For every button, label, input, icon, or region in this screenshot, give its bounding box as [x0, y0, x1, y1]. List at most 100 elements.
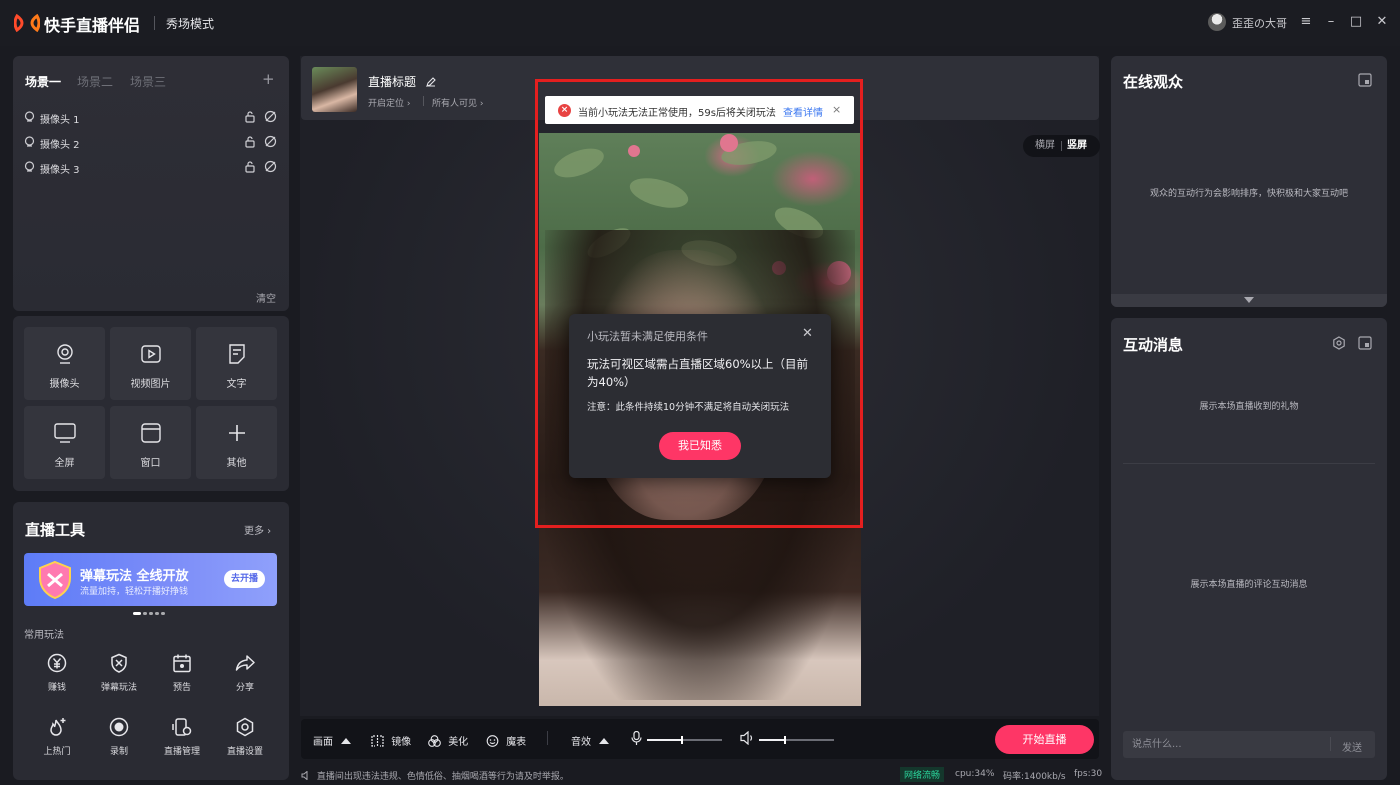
toast-message: 当前小玩法无法正常使用，59s后将关闭玩法	[578, 108, 776, 119]
interaction-messages-panel	[1111, 318, 1387, 780]
plus-icon	[229, 425, 245, 441]
dialog-close-icon[interactable]: ✕	[802, 326, 813, 341]
close-window-icon[interactable]: ✕	[1372, 12, 1392, 32]
clear-button[interactable]: 清空	[256, 290, 276, 305]
tool-live-management[interactable]: 直播管理	[150, 717, 214, 767]
popout-window-icon[interactable]	[1358, 73, 1372, 87]
hidden-eye-icon[interactable]	[264, 110, 277, 123]
edit-pencil-icon[interactable]	[425, 77, 436, 87]
stream-cover-image[interactable]	[312, 67, 357, 112]
source-webcam[interactable]: 摄像头	[24, 327, 105, 400]
start-live-button[interactable]: 开始直播	[995, 725, 1094, 754]
magic-mask-button[interactable]: 魔表	[486, 733, 526, 748]
source-label: 文字	[226, 379, 247, 390]
source-label: 摄像头	[49, 379, 80, 390]
username[interactable]: 歪歪の大哥	[1232, 15, 1287, 31]
source-fullscreen[interactable]: 全屏	[24, 406, 105, 479]
portrait-option[interactable]: 竖屏	[1067, 135, 1087, 157]
unlock-icon[interactable]	[244, 110, 256, 123]
speaker-volume-handle[interactable]	[784, 736, 786, 744]
live-tools-title: 直播工具	[25, 521, 86, 539]
location-pin-icon	[24, 111, 35, 122]
mirror-button[interactable]: 镜像	[371, 733, 411, 748]
stream-title[interactable]: 直播标题	[368, 73, 436, 90]
title-divider	[154, 16, 155, 30]
toolbar-divider	[547, 731, 548, 745]
mirror-label: 镜像	[391, 737, 412, 748]
more-link[interactable]: 更多 ›	[244, 522, 271, 537]
view-details-link[interactable]: 查看详情	[783, 104, 823, 119]
tool-label: 弹幕玩法	[100, 683, 137, 693]
messages-divider	[1123, 463, 1375, 464]
expand-down-icon[interactable]	[1244, 297, 1254, 303]
hidden-eye-icon[interactable]	[264, 135, 277, 148]
cpu-usage: cpu:34%	[955, 769, 995, 779]
unlock-icon[interactable]	[244, 160, 256, 173]
tab-scene-1[interactable]: 场景一	[25, 73, 61, 90]
info-divider	[423, 96, 424, 106]
go-live-banner-button[interactable]: 去开播	[224, 570, 265, 588]
landscape-option[interactable]: 横屏	[1035, 135, 1055, 157]
tab-scene-3[interactable]: 场景三	[130, 73, 166, 90]
calendar-icon	[173, 654, 191, 673]
toast-close-icon[interactable]: ×	[832, 103, 841, 116]
tool-danmaku[interactable]: 弹幕玩法	[87, 653, 151, 703]
beauty-button[interactable]: 美化	[428, 733, 468, 748]
mic-volume-fill	[647, 739, 681, 741]
network-status-badge: 网络流畅	[900, 767, 945, 782]
screen-menu[interactable]: 画面	[313, 733, 352, 748]
tool-record[interactable]: 录制	[87, 717, 151, 767]
unlock-icon[interactable]	[244, 135, 256, 148]
common-features-label: 常用玩法	[24, 630, 64, 641]
dialog-title: 小玩法暂未满足使用条件	[587, 330, 708, 343]
source-video-image[interactable]: 视频图片	[110, 327, 191, 400]
send-button[interactable]: 发送	[1342, 739, 1362, 754]
hidden-eye-icon[interactable]	[264, 160, 277, 173]
tool-trending[interactable]: 上热门	[25, 717, 89, 767]
microphone-icon[interactable]	[631, 731, 642, 745]
carousel-dots[interactable]	[133, 600, 167, 619]
menu-icon[interactable]: ≡	[1296, 12, 1316, 32]
minimize-icon[interactable]: –	[1321, 12, 1341, 32]
add-scene-button[interactable]: +	[262, 70, 275, 88]
source-other[interactable]: 其他	[196, 406, 277, 479]
maximize-icon[interactable]: □	[1346, 12, 1366, 32]
banner-subtitle: 流量加持，轻松开播好挣钱	[80, 587, 189, 597]
tool-live-settings[interactable]: 直播设置	[213, 717, 277, 767]
tab-scene-2[interactable]: 场景二	[77, 73, 113, 90]
device-settings-icon	[172, 718, 192, 736]
sound-effect-menu[interactable]: 音效	[571, 733, 610, 748]
speaker-notice-icon	[301, 770, 308, 781]
bitrate: 码率:1400kb/s	[1003, 772, 1066, 782]
mode-label[interactable]: 秀场模式	[166, 15, 214, 32]
tool-preview[interactable]: 预告	[150, 653, 214, 703]
mic-volume-handle[interactable]	[681, 736, 683, 744]
audience-title: 在线观众	[1123, 73, 1184, 91]
list-item-camera-1[interactable]: 摄像头 1	[24, 110, 278, 126]
list-item-camera-2[interactable]: 摄像头 2	[24, 135, 278, 151]
comment-hint: 展示本场直播的评论互动消息	[1190, 580, 1308, 590]
speaker-icon[interactable]	[740, 731, 755, 745]
list-item-camera-3[interactable]: 摄像头 3	[24, 160, 278, 176]
tool-share[interactable]: 分享	[213, 653, 277, 703]
scene-panel	[13, 56, 289, 311]
user-avatar[interactable]	[1208, 13, 1226, 31]
source-text[interactable]: 文字	[196, 327, 277, 400]
source-window[interactable]: 窗口	[110, 406, 191, 479]
settings-hexagon-icon[interactable]	[1332, 336, 1346, 350]
location-toggle[interactable]: 开启定位 ›	[368, 96, 410, 109]
messages-title: 互动消息	[1123, 336, 1184, 354]
popout-window-icon[interactable]	[1358, 336, 1372, 350]
acknowledge-button[interactable]: 我已知悉	[659, 432, 741, 460]
dialog-body: 玩法可视区域需占直播区域60%以上（目前为40%）	[587, 357, 809, 389]
tool-label: 直播设置	[226, 747, 263, 757]
danmaku-shield-icon	[39, 560, 71, 600]
error-icon: ×	[558, 104, 571, 117]
chat-input[interactable]	[1123, 731, 1375, 758]
visibility-selector[interactable]: 所有人可见 ›	[432, 96, 483, 109]
orientation-toggle[interactable]: 横屏 竖屏	[1023, 135, 1100, 157]
tool-earn[interactable]: 赚钱	[25, 653, 89, 703]
tool-label: 录制	[109, 747, 128, 757]
camera-label: 摄像头 1	[40, 115, 80, 126]
screen-label: 画面	[313, 737, 333, 748]
